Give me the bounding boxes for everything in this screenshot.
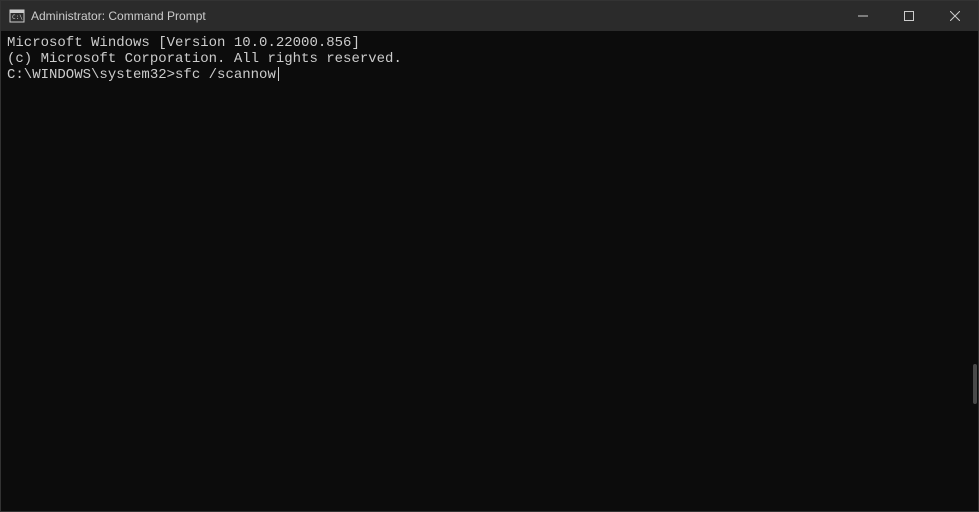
command-input[interactable]: sfc /scannow	[175, 67, 276, 83]
copyright-line: (c) Microsoft Corporation. All rights re…	[7, 51, 972, 67]
terminal-output[interactable]: Microsoft Windows [Version 10.0.22000.85…	[1, 31, 978, 511]
minimize-button[interactable]	[840, 1, 886, 31]
scrollbar-thumb[interactable]	[973, 364, 977, 404]
titlebar[interactable]: C:\ Administrator: Command Prompt	[1, 1, 978, 31]
window-title: Administrator: Command Prompt	[31, 9, 840, 23]
svg-text:C:\: C:\	[12, 14, 23, 21]
prompt-path: C:\WINDOWS\system32>	[7, 67, 175, 83]
window-controls	[840, 1, 978, 31]
scrollbar[interactable]	[971, 30, 977, 504]
maximize-button[interactable]	[886, 1, 932, 31]
prompt-line: C:\WINDOWS\system32>sfc /scannow	[7, 67, 972, 83]
cursor	[278, 67, 279, 81]
command-prompt-window: C:\ Administrator: Command Prompt Micros…	[0, 0, 979, 512]
close-button[interactable]	[932, 1, 978, 31]
version-line: Microsoft Windows [Version 10.0.22000.85…	[7, 35, 972, 51]
cmd-icon: C:\	[9, 8, 25, 24]
